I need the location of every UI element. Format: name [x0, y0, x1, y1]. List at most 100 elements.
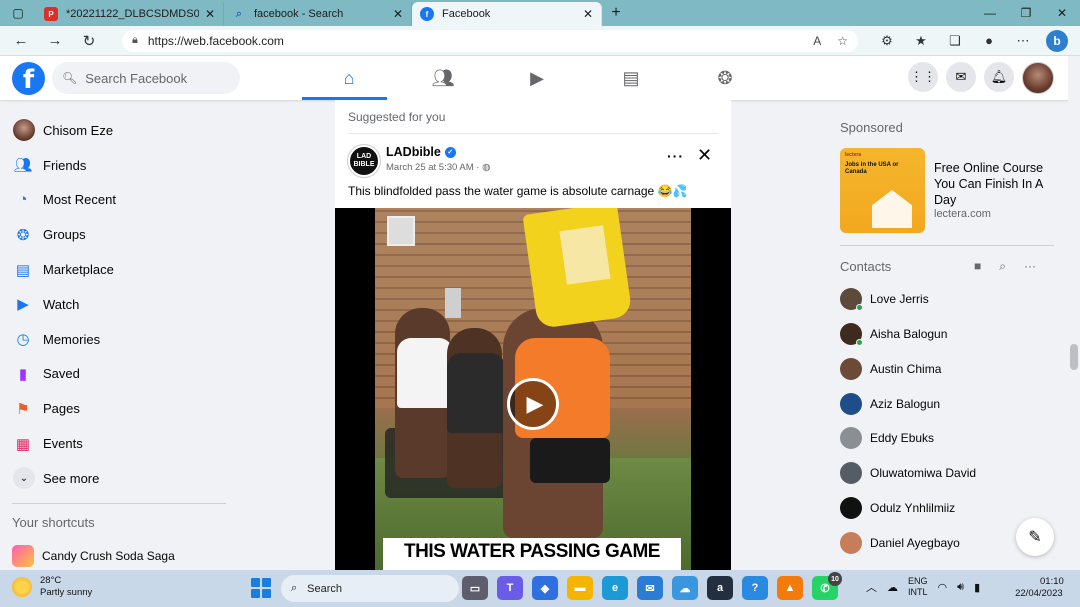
start-button-icon[interactable] — [251, 578, 271, 598]
page-avatar[interactable]: LAD BIBLE — [348, 145, 380, 177]
nav-friends[interactable]: 👥︎ — [396, 56, 490, 100]
account-avatar[interactable] — [1022, 62, 1054, 94]
search-icon[interactable]: ⌕ — [999, 259, 1006, 274]
video-player[interactable]: ▶ THIS WATER PASSING GAME — [335, 208, 731, 570]
contact-item[interactable]: Odulz Ynhlilmiiz — [840, 493, 955, 523]
bing-icon[interactable]: b — [1046, 29, 1068, 52]
contact-item[interactable]: Eddy Ebuks — [840, 423, 934, 453]
url-input[interactable]: 🔒︎ https://web.facebook.com A ☆ — [122, 29, 858, 52]
contact-item[interactable]: Daniel Ayegbayo — [840, 528, 960, 558]
favorites-icon[interactable]: ★ — [904, 33, 938, 49]
battery-icon[interactable]: ▮ — [974, 581, 980, 594]
new-message-icon[interactable]: ✎ — [1016, 518, 1054, 556]
close-window-icon[interactable]: ✕ — [1044, 6, 1080, 20]
person-image — [397, 338, 453, 408]
browser-tab-facebook[interactable]: f Facebook ✕ — [412, 2, 602, 26]
chevron-up-icon[interactable]: ︿ — [866, 579, 877, 595]
refresh-icon[interactable]: ↻ — [72, 32, 106, 50]
search-input[interactable]: 🔍︎ Search Facebook — [52, 62, 240, 94]
file-explorer-icon[interactable]: ▬ — [567, 576, 593, 600]
play-icon[interactable]: ▶ — [507, 378, 559, 430]
sidebar-item-marketplace[interactable]: ▤ Marketplace — [8, 252, 228, 287]
post-hide-close-icon[interactable]: ✕ — [697, 145, 712, 166]
amazon-icon[interactable]: a — [707, 576, 733, 600]
sidebar-item-groups[interactable]: ❂ Groups — [8, 217, 228, 252]
favorite-star-icon[interactable]: ☆ — [837, 34, 848, 48]
restore-icon[interactable]: ❐ — [1008, 6, 1044, 20]
task-view-icon[interactable]: ▭ — [462, 576, 488, 600]
scrollbar-thumb[interactable] — [1070, 344, 1078, 370]
sidebar-item-profile[interactable]: Chisom Eze — [8, 113, 228, 148]
pdf-icon: P — [44, 7, 58, 21]
read-aloud-icon[interactable]: A — [813, 34, 821, 48]
ad-domain: lectera.com — [934, 208, 991, 220]
new-tab-button[interactable]: + — [602, 4, 630, 22]
teams-icon[interactable]: T — [497, 576, 523, 600]
contact-item[interactable]: Aziz Balogun — [840, 389, 940, 419]
dropbox-icon[interactable]: ◆ — [532, 576, 558, 600]
page-name: LADbible — [386, 145, 441, 159]
tab-actions-icon[interactable]: ▢ — [0, 0, 36, 26]
ad-image[interactable]: lectera Jobs in the USA or Canada — [840, 148, 925, 233]
cloud-app-icon[interactable]: ☁ — [672, 576, 698, 600]
profile-icon[interactable]: ● — [972, 33, 1006, 49]
clock[interactable]: 01:10 22/04/2023 — [1014, 576, 1064, 600]
sidebar-see-more[interactable]: ⌄ See more — [8, 461, 228, 496]
shortcut-item[interactable]: Candy Crush Soda Saga — [12, 545, 175, 567]
post-timestamp[interactable]: March 25 at 5:30 AM · ◍ — [386, 162, 490, 173]
volume-icon[interactable]: 🔊︎ — [957, 581, 964, 594]
extensions-icon[interactable]: ⚙ — [870, 33, 904, 49]
contact-item[interactable]: Austin Chima — [840, 354, 941, 384]
messenger-icon[interactable]: ✉ — [946, 62, 976, 92]
collections-icon[interactable]: ❏ — [938, 33, 972, 49]
browser-tab-search[interactable]: ⌕ facebook - Search ✕ — [224, 2, 412, 26]
facebook-logo[interactable]: f — [12, 62, 45, 95]
browser-tab-pdf[interactable]: P *20221122_DLBCSDMDS01_Cou ✕ — [36, 2, 224, 26]
menu-grid-icon[interactable]: ⋮⋮ — [908, 62, 938, 92]
onedrive-icon[interactable]: ☁ — [887, 581, 898, 594]
sidebar-item-pages[interactable]: ⚑ Pages — [8, 391, 228, 426]
more-icon[interactable]: ⋯ — [1006, 33, 1040, 49]
contact-item[interactable]: Oluwatomiwa David — [840, 458, 976, 488]
edge-icon[interactable]: e — [602, 576, 628, 600]
video-caption: THIS WATER PASSING GAME — [383, 538, 681, 570]
page-name-link[interactable]: LADbible ✓ — [386, 145, 456, 159]
close-icon[interactable]: ✕ — [393, 7, 403, 21]
post-more-options-icon[interactable]: ··· — [667, 148, 684, 164]
forward-icon[interactable]: → — [38, 32, 72, 49]
taskbar-search[interactable]: ⌕ Search — [281, 575, 459, 602]
contact-item[interactable]: Love Jerris — [840, 284, 929, 314]
close-icon[interactable]: ✕ — [583, 7, 593, 21]
mail-icon[interactable]: ✉ — [637, 576, 663, 600]
sidebar-item-friends[interactable]: 👥︎ Friends — [8, 148, 228, 183]
sponsored-heading: Sponsored — [840, 120, 903, 135]
minimize-icon[interactable]: — — [972, 6, 1008, 20]
nav-marketplace[interactable]: ▤ — [584, 56, 678, 100]
wifi-icon[interactable]: ◠ — [938, 581, 948, 594]
more-options-icon[interactable]: ··· — [1024, 259, 1036, 274]
contact-item[interactable]: Aisha Balogun — [840, 319, 947, 349]
notifications-icon[interactable]: 🔔︎ — [984, 62, 1014, 92]
sidebar-item-label: Memories — [43, 331, 101, 347]
nav-home[interactable]: ⌂ — [302, 56, 396, 100]
sidebar-item-memories[interactable]: ◷ Memories — [8, 322, 228, 357]
language-indicator[interactable]: ENG INTL — [908, 576, 928, 598]
whatsapp-icon[interactable]: ✆ 10 — [812, 572, 842, 600]
sidebar-item-most-recent[interactable]: ◔ Most Recent — [8, 183, 228, 218]
suggested-label: Suggested for you — [348, 110, 446, 124]
weather-widget[interactable]: 28°C Partly sunny — [12, 575, 92, 599]
home-icon: ⌂ — [343, 67, 355, 88]
contacts-heading: Contacts — [840, 259, 892, 274]
nav-groups[interactable]: ❂ — [678, 56, 772, 100]
sidebar-item-events[interactable]: ▦ Events — [8, 426, 228, 461]
back-icon[interactable]: ← — [4, 32, 38, 49]
page-scrollbar[interactable] — [1068, 56, 1080, 570]
video-call-icon[interactable]: ■ — [974, 259, 981, 274]
nav-watch[interactable]: ▶ — [490, 56, 584, 100]
close-icon[interactable]: ✕ — [205, 7, 215, 21]
vlc-icon[interactable]: ▲ — [777, 576, 803, 600]
sidebar-item-saved[interactable]: ▮ Saved — [8, 357, 228, 392]
sidebar-item-watch[interactable]: ▶ Watch — [8, 287, 228, 322]
help-icon[interactable]: ? — [742, 576, 768, 600]
ad-title[interactable]: Free Online Course You Can Finish In A D… — [934, 160, 1054, 208]
